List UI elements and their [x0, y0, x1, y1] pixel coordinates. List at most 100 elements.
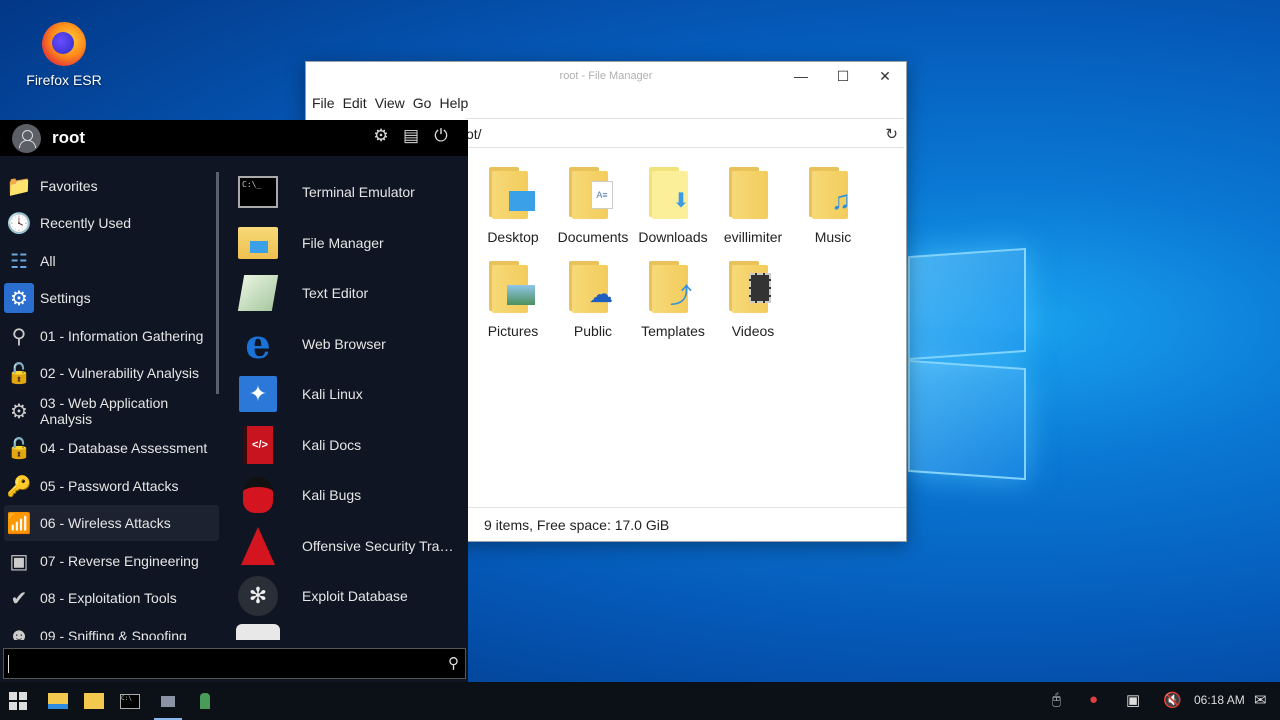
file-item-downloads[interactable]: ⬇ Downloads [633, 167, 713, 245]
reverse-engineering-icon: ▣ [9, 550, 29, 573]
taskbar-file-explorer[interactable] [40, 682, 76, 720]
kali-bugs-icon [236, 473, 280, 517]
category-scrollbar[interactable] [216, 172, 219, 394]
network-icon[interactable]: 🖰 [1052, 691, 1061, 708]
category-vulnerability-analysis[interactable]: 🔓 02 - Vulnerability Analysis [4, 355, 219, 391]
app-label: Kali Docs [302, 437, 362, 453]
category-database-assessment[interactable]: 🔓 04 - Database Assessment [4, 430, 219, 466]
menu-header: root ⚙ ▤ ⏻ [0, 120, 468, 156]
volume-muted-icon[interactable]: 🔇 [1163, 691, 1182, 709]
app-kali-bugs[interactable]: Kali Bugs [228, 471, 464, 519]
window-title: root - File Manager [559, 70, 653, 82]
category-password-attacks[interactable]: 🔑 05 - Password Attacks [4, 468, 219, 504]
file-item-music[interactable]: ♫ Music [793, 167, 873, 245]
refresh-icon[interactable]: ↻ [885, 125, 898, 143]
application-menu: root ⚙ ▤ ⏻ 📁 Favorites 🕓 Recently Used ☷ Al… [0, 120, 468, 682]
taskbar-folder[interactable] [76, 682, 112, 720]
exploit-db-icon: ✻ [236, 574, 280, 618]
file-item-label: Desktop [487, 229, 539, 245]
file-item-label: Pictures [487, 323, 539, 339]
app-label: Text Editor [302, 285, 369, 301]
app-label: Kali Bugs [302, 487, 362, 503]
gear-icon[interactable]: ⚙ [369, 126, 393, 146]
window-titlebar[interactable]: root - File Manager — ☐ ✕ [306, 62, 906, 90]
file-item-evillimiter[interactable]: evillimiter [713, 167, 793, 245]
category-settings[interactable]: ⚙ Settings [4, 280, 219, 316]
app-kali-linux[interactable]: ✦ Kali Linux [228, 370, 464, 418]
category-label: 04 - Database Assessment [40, 440, 208, 456]
downloads-folder-icon: ⬇ [649, 167, 697, 221]
file-item-documents[interactable]: A≡ Documents [553, 167, 633, 245]
category-sniffing-spoofing[interactable]: ☻ 09 - Sniffing & Spoofing [4, 618, 219, 641]
menu-edit[interactable]: Edit [343, 95, 367, 111]
notifications-icon[interactable]: ✉ [1254, 691, 1267, 709]
sniffing-icon: ☻ [8, 624, 30, 641]
file-item-pictures[interactable]: Pictures [473, 261, 553, 339]
offsec-icon [236, 524, 280, 568]
file-item-videos[interactable]: Videos [713, 261, 793, 339]
menu-view[interactable]: View [375, 95, 405, 111]
search-icon[interactable]: ⚲ [448, 654, 459, 672]
taskbar-terminal[interactable]: C:\ [112, 682, 148, 720]
public-folder-icon: ☁ [569, 261, 617, 315]
menu-go[interactable]: Go [413, 95, 432, 111]
category-list: 📁 Favorites 🕓 Recently Used ☷ All ⚙ Settings… [0, 168, 222, 640]
category-label: 08 - Exploitation Tools [40, 590, 177, 606]
taskbar-app[interactable] [187, 682, 223, 720]
category-favorites[interactable]: 📁 Favorites [4, 168, 219, 204]
category-label: 07 - Reverse Engineering [40, 553, 199, 569]
all-apps-icon: ☷ [10, 250, 28, 273]
category-all[interactable]: ☷ All [4, 243, 219, 279]
file-item-templates[interactable]: ⤴ Templates [633, 261, 713, 339]
close-button[interactable]: ✕ [870, 66, 900, 86]
category-label: Favorites [40, 178, 98, 194]
category-recently-used[interactable]: 🕓 Recently Used [4, 205, 219, 241]
clock[interactable]: 06:18 AM [1194, 693, 1245, 707]
file-item-label: evillimiter [723, 229, 783, 245]
file-item-desktop[interactable]: Desktop [473, 167, 553, 245]
desktop-folder-icon [489, 167, 537, 221]
start-button[interactable] [0, 682, 36, 720]
location-path: ot/ [466, 126, 482, 142]
app-exploit-database[interactable]: ✻ Exploit Database [228, 572, 464, 620]
username: root [52, 128, 86, 147]
videos-folder-icon [729, 261, 777, 315]
app-terminal-emulator[interactable]: C:\_ Terminal Emulator [228, 168, 464, 216]
menu-help[interactable]: Help [439, 95, 468, 111]
file-item-public[interactable]: ☁ Public [553, 261, 633, 339]
app-list: C:\_ Terminal Emulator File Manager Text… [228, 168, 464, 640]
app-offensive-security-training[interactable]: Offensive Security Trai… [228, 522, 464, 570]
taskbar-file-manager-window[interactable] [150, 682, 186, 720]
app-text-editor[interactable]: Text Editor [228, 269, 464, 317]
app-label: Terminal Emulator [302, 184, 415, 200]
app-file-manager[interactable]: File Manager [228, 219, 464, 267]
category-information-gathering[interactable]: ⚲ 01 - Information Gathering [4, 318, 219, 354]
app-next-partial[interactable] [228, 622, 464, 640]
menu-file[interactable]: File [312, 95, 335, 111]
minimize-button[interactable]: — [786, 66, 816, 86]
pictures-folder-icon [489, 261, 537, 315]
category-wireless-attacks[interactable]: 📶 06 - Wireless Attacks [4, 505, 219, 541]
category-reverse-engineering[interactable]: ▣ 07 - Reverse Engineering [4, 543, 219, 579]
maximize-button[interactable]: ☐ [828, 66, 858, 86]
file-item-label: Videos [731, 323, 775, 339]
battery-icon[interactable]: ▣ [1126, 691, 1140, 709]
menubar: File Edit View Go Help [306, 90, 906, 116]
search-input[interactable]: ⚲ [3, 648, 466, 679]
desktop-icon-firefox[interactable]: Firefox ESR [22, 20, 106, 88]
camera-icon[interactable]: ● [1089, 691, 1098, 708]
category-exploitation-tools[interactable]: ✔ 08 - Exploitation Tools [4, 580, 219, 616]
app-kali-docs[interactable]: </> Kali Docs [228, 421, 464, 469]
category-label: 03 - Web Application Analysis [40, 395, 169, 427]
app-label: Exploit Database [302, 588, 408, 604]
lock-screen-icon[interactable]: ▤ [399, 126, 423, 146]
category-web-application-analysis[interactable]: ⚙ 03 - Web Application Analysis [4, 393, 219, 429]
terminal-icon: C:\_ [236, 170, 280, 214]
windows-logo-icon [9, 692, 27, 710]
app-icon [200, 693, 210, 709]
app-web-browser[interactable]: e Web Browser [228, 320, 464, 368]
favorites-icon: 📁 [6, 175, 32, 198]
app-icon-partial [236, 624, 280, 640]
power-icon[interactable]: ⏻ [429, 126, 453, 146]
location-bar[interactable]: ot/ ↻ [466, 118, 904, 148]
